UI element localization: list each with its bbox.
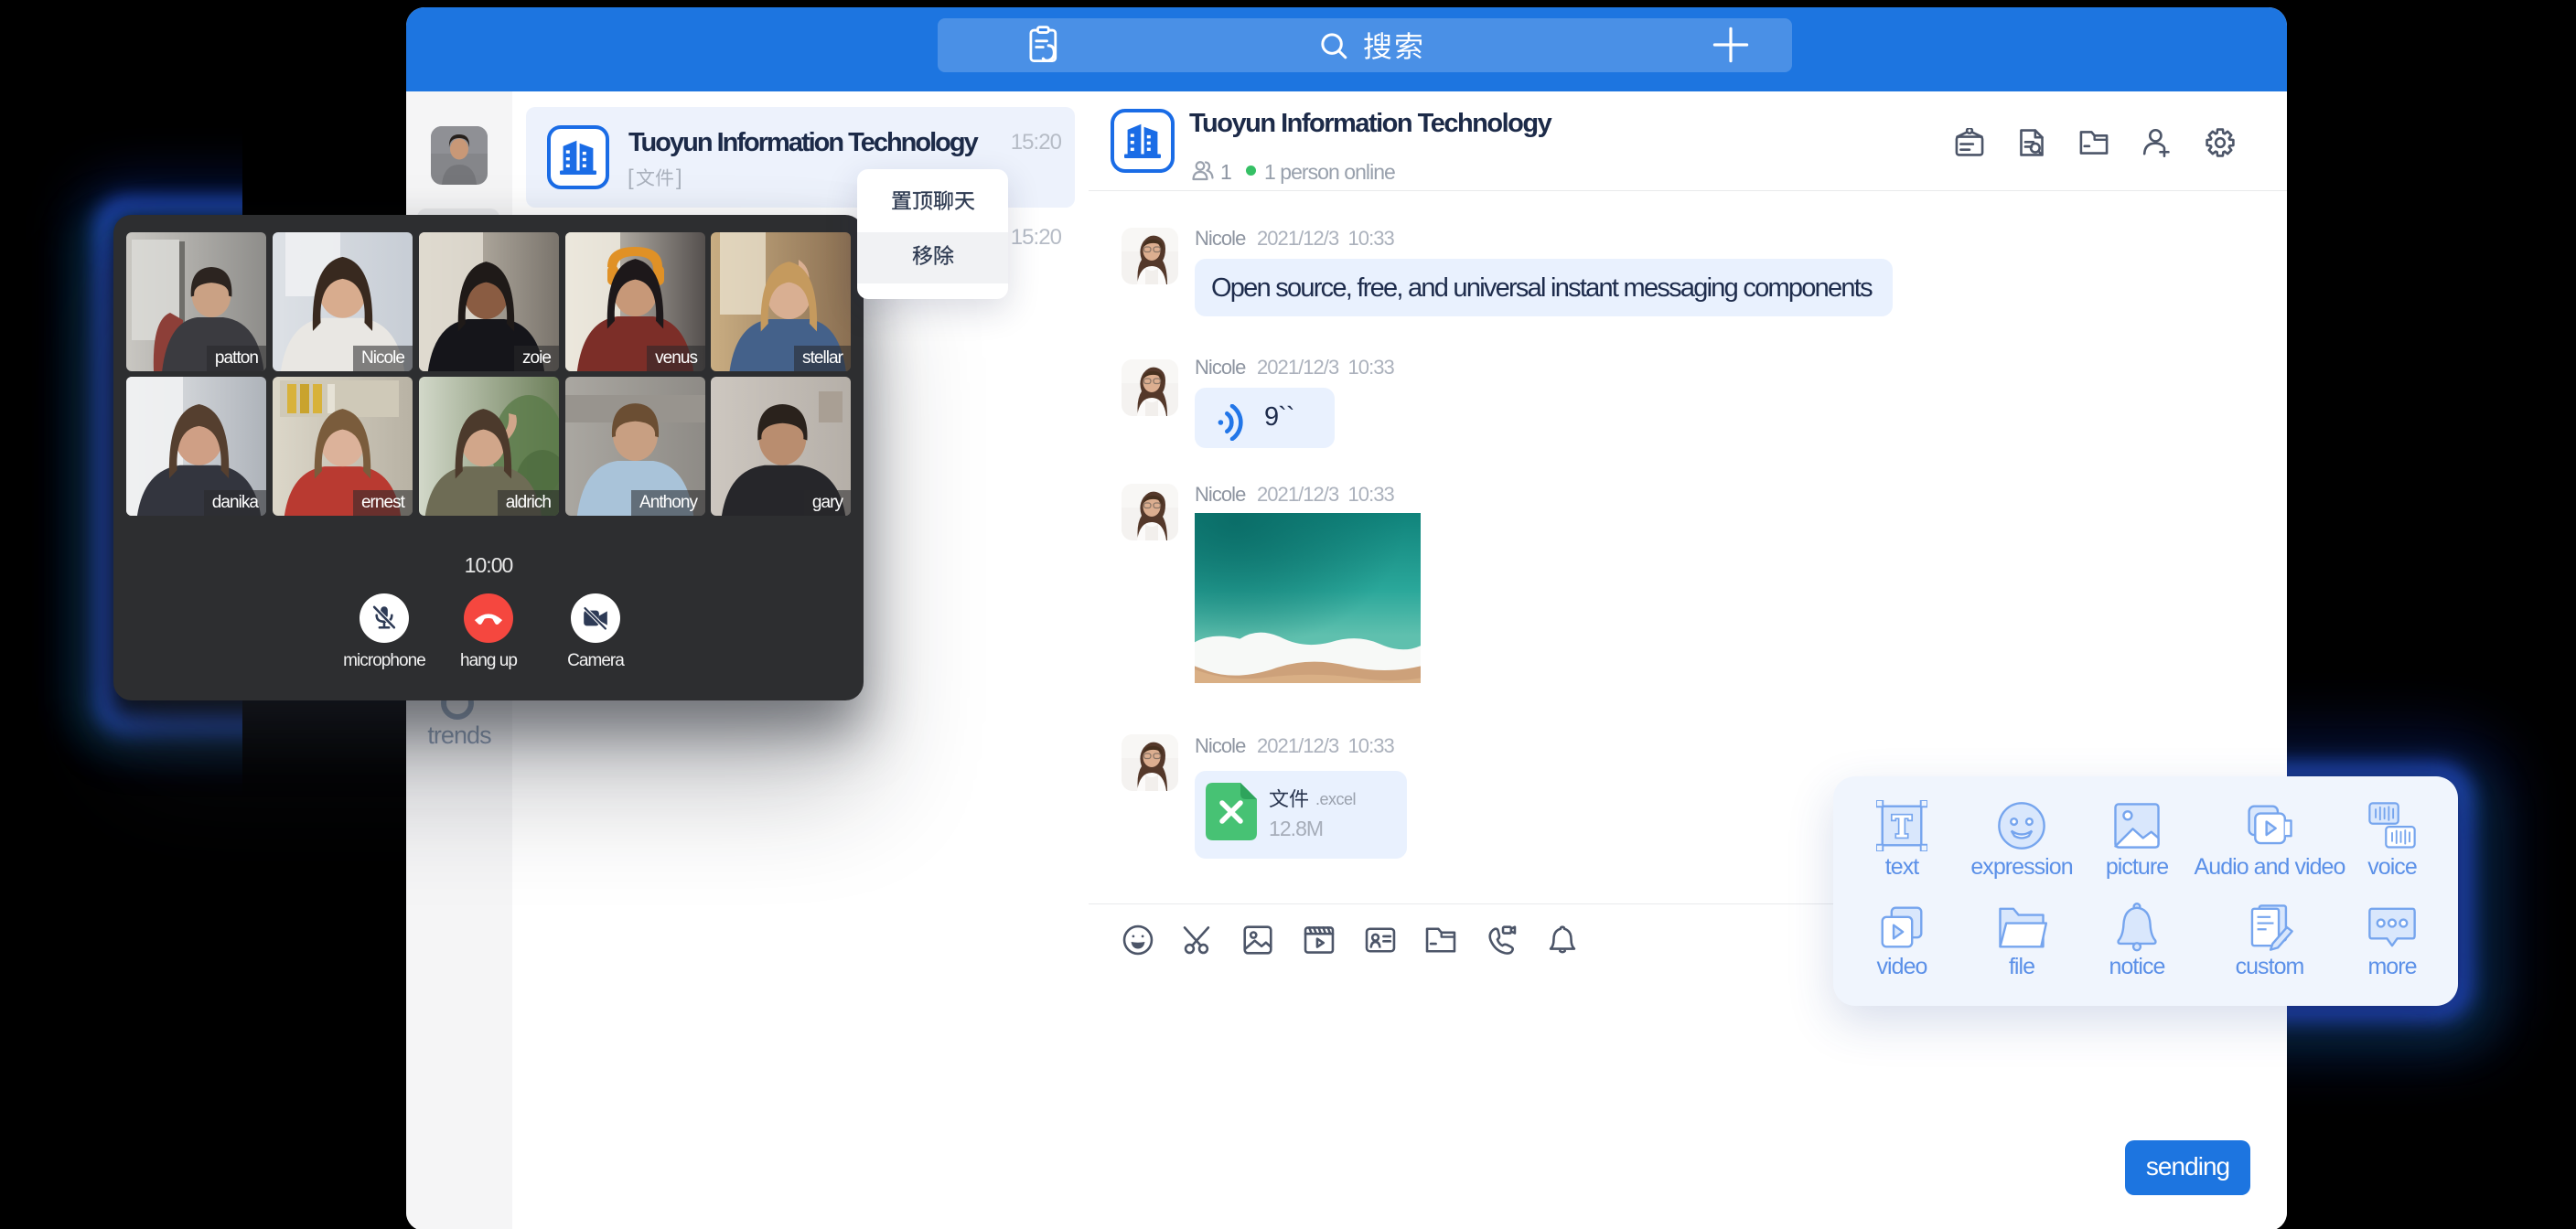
svg-text:.excel: .excel xyxy=(1315,790,1356,808)
svg-text:[: [ xyxy=(628,166,634,190)
svg-text:]: ] xyxy=(676,166,682,190)
